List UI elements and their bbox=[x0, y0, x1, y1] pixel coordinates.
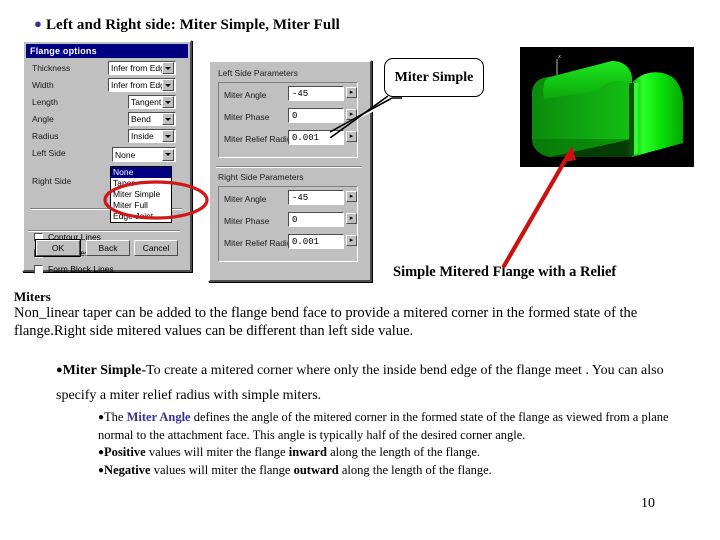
label-right-side: Right Side bbox=[32, 176, 72, 186]
row-width: Width Infer from Edge bbox=[24, 77, 190, 94]
chevron-down-icon[interactable] bbox=[162, 113, 174, 125]
input-right-miter-angle-value: -45 bbox=[292, 192, 309, 203]
chevron-down-icon[interactable] bbox=[162, 79, 174, 91]
divider bbox=[216, 166, 362, 168]
label-right-miter-phase: Miter Phase bbox=[224, 216, 270, 226]
right-group-label: Right Side Parameters bbox=[218, 172, 304, 182]
back-button-label: Back bbox=[98, 243, 118, 253]
input-left-miter-angle-value: -45 bbox=[292, 88, 309, 99]
svg-text:x: x bbox=[558, 54, 561, 60]
label-left-miter-angle: Miter Angle bbox=[224, 90, 267, 100]
page-number: 10 bbox=[641, 496, 655, 512]
checkbox-form-block-lines-label: Form Block Lines bbox=[48, 264, 114, 274]
red-ellipse-annotation bbox=[103, 180, 209, 220]
label-thickness: Thickness bbox=[32, 63, 71, 73]
checkbox-box[interactable] bbox=[34, 264, 43, 274]
sub-bullet-miter-angle: ●The Miter Angle defines the angle of th… bbox=[98, 409, 698, 444]
combo-angle[interactable]: Bend bbox=[128, 112, 176, 126]
callout-label: Miter Simple bbox=[394, 69, 474, 85]
row-radius: Radius Inside bbox=[24, 128, 190, 145]
sub-bullet-negative-term: Negative bbox=[104, 462, 151, 477]
sub-bullet-negative-direction: outward bbox=[293, 462, 339, 477]
combo-left-side[interactable]: None bbox=[112, 147, 176, 162]
bullet-dot-icon: ● bbox=[56, 364, 63, 376]
combo-angle-value: Bend bbox=[131, 114, 151, 124]
flange-options-title-text: Flange options bbox=[30, 46, 97, 56]
input-right-miter-relief-radius-value: 0.001 bbox=[292, 236, 320, 247]
chevron-down-icon[interactable] bbox=[162, 148, 174, 161]
cancel-button[interactable]: Cancel bbox=[134, 240, 178, 256]
chevron-down-icon[interactable] bbox=[162, 62, 174, 74]
sub-bullet-positive: ●Positive values will miter the flange i… bbox=[98, 444, 698, 462]
red-arrow-annotation bbox=[501, 146, 576, 269]
section-heading: Miters bbox=[14, 289, 51, 305]
label-left-miter-relief-radius: Miter Relief Radius bbox=[224, 134, 296, 144]
row-left-side: Left Side None bbox=[24, 145, 190, 164]
label-angle: Angle bbox=[32, 114, 54, 124]
sub-bullet-positive-mid: values will miter the flange bbox=[145, 445, 289, 459]
label-left-side: Left Side bbox=[32, 148, 66, 158]
section-heading-text: Miters bbox=[14, 289, 51, 304]
flange-options-dialog: Flange options Thickness Infer from Edge… bbox=[22, 40, 192, 274]
section-paragraph: Non_linear taper can be added to the fla… bbox=[14, 304, 686, 340]
spinner-right-miter-phase[interactable]: ▸ bbox=[346, 213, 357, 224]
input-right-miter-relief-radius[interactable]: 0.001 bbox=[288, 234, 344, 249]
bullet-term: Miter Simple bbox=[62, 363, 142, 378]
combo-thickness[interactable]: Infer from Edge bbox=[108, 61, 176, 75]
row-thickness: Thickness Infer from Edge bbox=[24, 60, 190, 77]
page-title-text: Left and Right side: Miter Simple, Miter… bbox=[45, 17, 340, 33]
input-left-miter-relief-radius-value: 0.001 bbox=[292, 132, 320, 143]
section-paragraph-text: Non_linear taper can be added to the fla… bbox=[14, 305, 638, 339]
sub-bullet-negative-tail: along the length of the flange. bbox=[338, 462, 492, 477]
combo-thickness-value: Infer from Edge bbox=[111, 63, 162, 73]
ok-button[interactable]: OK bbox=[35, 239, 81, 257]
callout-miter-simple: Miter Simple bbox=[384, 58, 484, 97]
spinner-right-miter-relief-radius[interactable]: ▸ bbox=[346, 235, 357, 246]
label-radius: Radius bbox=[32, 131, 59, 141]
combo-width[interactable]: Infer from Edge bbox=[108, 78, 176, 92]
chevron-down-icon[interactable] bbox=[162, 130, 174, 142]
label-right-miter-angle: Miter Angle bbox=[224, 194, 267, 204]
sub-bullet-positive-term: Positive bbox=[104, 445, 146, 459]
ok-button-label: OK bbox=[51, 243, 65, 253]
row-angle: Angle Bend bbox=[24, 111, 190, 128]
bullet-text: To create a mitered corner where only th… bbox=[56, 363, 664, 403]
combo-length[interactable]: Tangent bbox=[128, 95, 176, 109]
bullet-dot-icon: ● bbox=[34, 16, 42, 31]
sub-bullet-positive-direction: inward bbox=[288, 445, 327, 459]
combo-radius[interactable]: Inside bbox=[128, 129, 176, 143]
dialog-footer-divider bbox=[28, 230, 180, 232]
label-left-miter-phase: Miter Phase bbox=[224, 112, 270, 122]
label-width: Width bbox=[32, 80, 54, 90]
bullet-miter-simple: ●Miter Simple-To create a mitered corner… bbox=[56, 358, 666, 408]
checkbox-form-block-lines[interactable]: Form Block Lines bbox=[34, 264, 114, 274]
sub-bullet-accent-term: Miter Angle bbox=[126, 410, 191, 424]
dropdown-option-none[interactable]: None bbox=[111, 167, 171, 178]
page-number-text: 10 bbox=[641, 496, 655, 511]
flange-options-titlebar: Flange options bbox=[26, 44, 188, 58]
label-length: Length bbox=[32, 97, 58, 107]
combo-length-value: Tangent bbox=[131, 97, 162, 107]
cancel-button-label: Cancel bbox=[142, 243, 170, 253]
input-right-miter-angle[interactable]: -45 bbox=[288, 190, 344, 205]
sub-bullet-negative-mid: values will miter the flange bbox=[150, 462, 294, 477]
input-right-miter-phase-value: 0 bbox=[292, 214, 298, 225]
combo-radius-value: Inside bbox=[131, 131, 154, 141]
sub-bullet-negative: ●Negative values will miter the flange o… bbox=[98, 462, 698, 480]
left-group-label: Left Side Parameters bbox=[218, 68, 298, 78]
sub-bullet-lead: The bbox=[104, 410, 127, 424]
label-right-miter-relief-radius: Miter Relief Radius bbox=[224, 238, 296, 248]
row-length: Length Tangent bbox=[24, 94, 190, 111]
combo-width-value: Infer from Edge bbox=[111, 80, 162, 90]
input-right-miter-phase[interactable]: 0 bbox=[288, 212, 344, 227]
combo-left-side-value: None bbox=[115, 149, 136, 160]
chevron-down-icon[interactable] bbox=[162, 96, 174, 108]
spinner-right-miter-angle[interactable]: ▸ bbox=[346, 191, 357, 202]
sub-bullet-positive-tail: along the length of the flange. bbox=[326, 445, 481, 459]
sub-bullet-list: ●The Miter Angle defines the angle of th… bbox=[98, 409, 698, 479]
input-left-miter-phase-value: 0 bbox=[292, 110, 298, 121]
page-title: ● Left and Right side: Miter Simple, Mite… bbox=[34, 16, 340, 34]
back-button[interactable]: Back bbox=[86, 240, 130, 256]
